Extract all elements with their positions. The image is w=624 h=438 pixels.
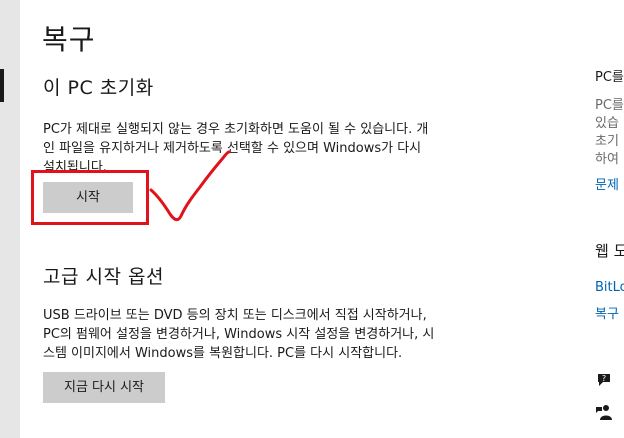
web-help-heading: 웹 도 [595, 242, 624, 260]
question-bubble-icon[interactable]: ? [595, 371, 613, 389]
related-text-line: 초기 [595, 134, 619, 149]
related-heading: PC를 [595, 70, 624, 85]
related-text-line: 있습 [595, 116, 619, 131]
reset-start-button[interactable]: 시작 [43, 182, 133, 213]
related-text-line: 하여 [595, 152, 619, 167]
nav-selection-marker [0, 69, 4, 102]
reset-pc-description-line: 인 파일을 유지하거나 제거하도록 선택할 수 있으며 Windows가 다시 [43, 141, 422, 156]
svg-text:?: ? [602, 374, 606, 383]
advanced-startup-description: USB 드라이브 또는 DVD 등의 장치 또는 디스크에서 직접 시작하거나,… [43, 306, 483, 363]
advanced-startup-description-line: 스템 이미지에서 Windows를 복원합니다. PC를 다시 시작합니다. [43, 346, 403, 361]
related-link[interactable]: 문제 [595, 176, 619, 196]
feedback-person-icon[interactable] [595, 403, 613, 421]
recovery-link[interactable]: 복구 [595, 305, 619, 325]
related-settings-panel: PC를 PC를 있습 초기 하여 문제 웹 도 BitLo 복구 ? [595, 0, 624, 438]
advanced-startup-heading: 고급 시작 옵션 [43, 266, 164, 288]
reset-pc-description-line: PC가 제대로 실행되지 않는 경우 초기화하면 도움이 될 수 있습니다. 개 [43, 122, 429, 137]
page-title: 복구 [42, 23, 96, 56]
reset-pc-description: PC가 제대로 실행되지 않는 경우 초기화하면 도움이 될 수 있습니다. 개… [43, 120, 483, 177]
related-text-line: PC를 [595, 98, 624, 113]
restart-now-button[interactable]: 지금 다시 시작 [43, 372, 165, 403]
bitlocker-link[interactable]: BitLo [595, 278, 624, 298]
reset-pc-heading: 이 PC 초기화 [43, 77, 154, 99]
advanced-startup-description-line: USB 드라이브 또는 DVD 등의 장치 또는 디스크에서 직접 시작하거나, [43, 308, 427, 323]
reset-pc-description-line: 설치됩니다. [43, 160, 107, 175]
advanced-startup-description-line: PC의 펌웨어 설정을 변경하거나, Windows 시작 설정을 변경하거나,… [43, 327, 435, 342]
navigation-strip [0, 0, 20, 438]
